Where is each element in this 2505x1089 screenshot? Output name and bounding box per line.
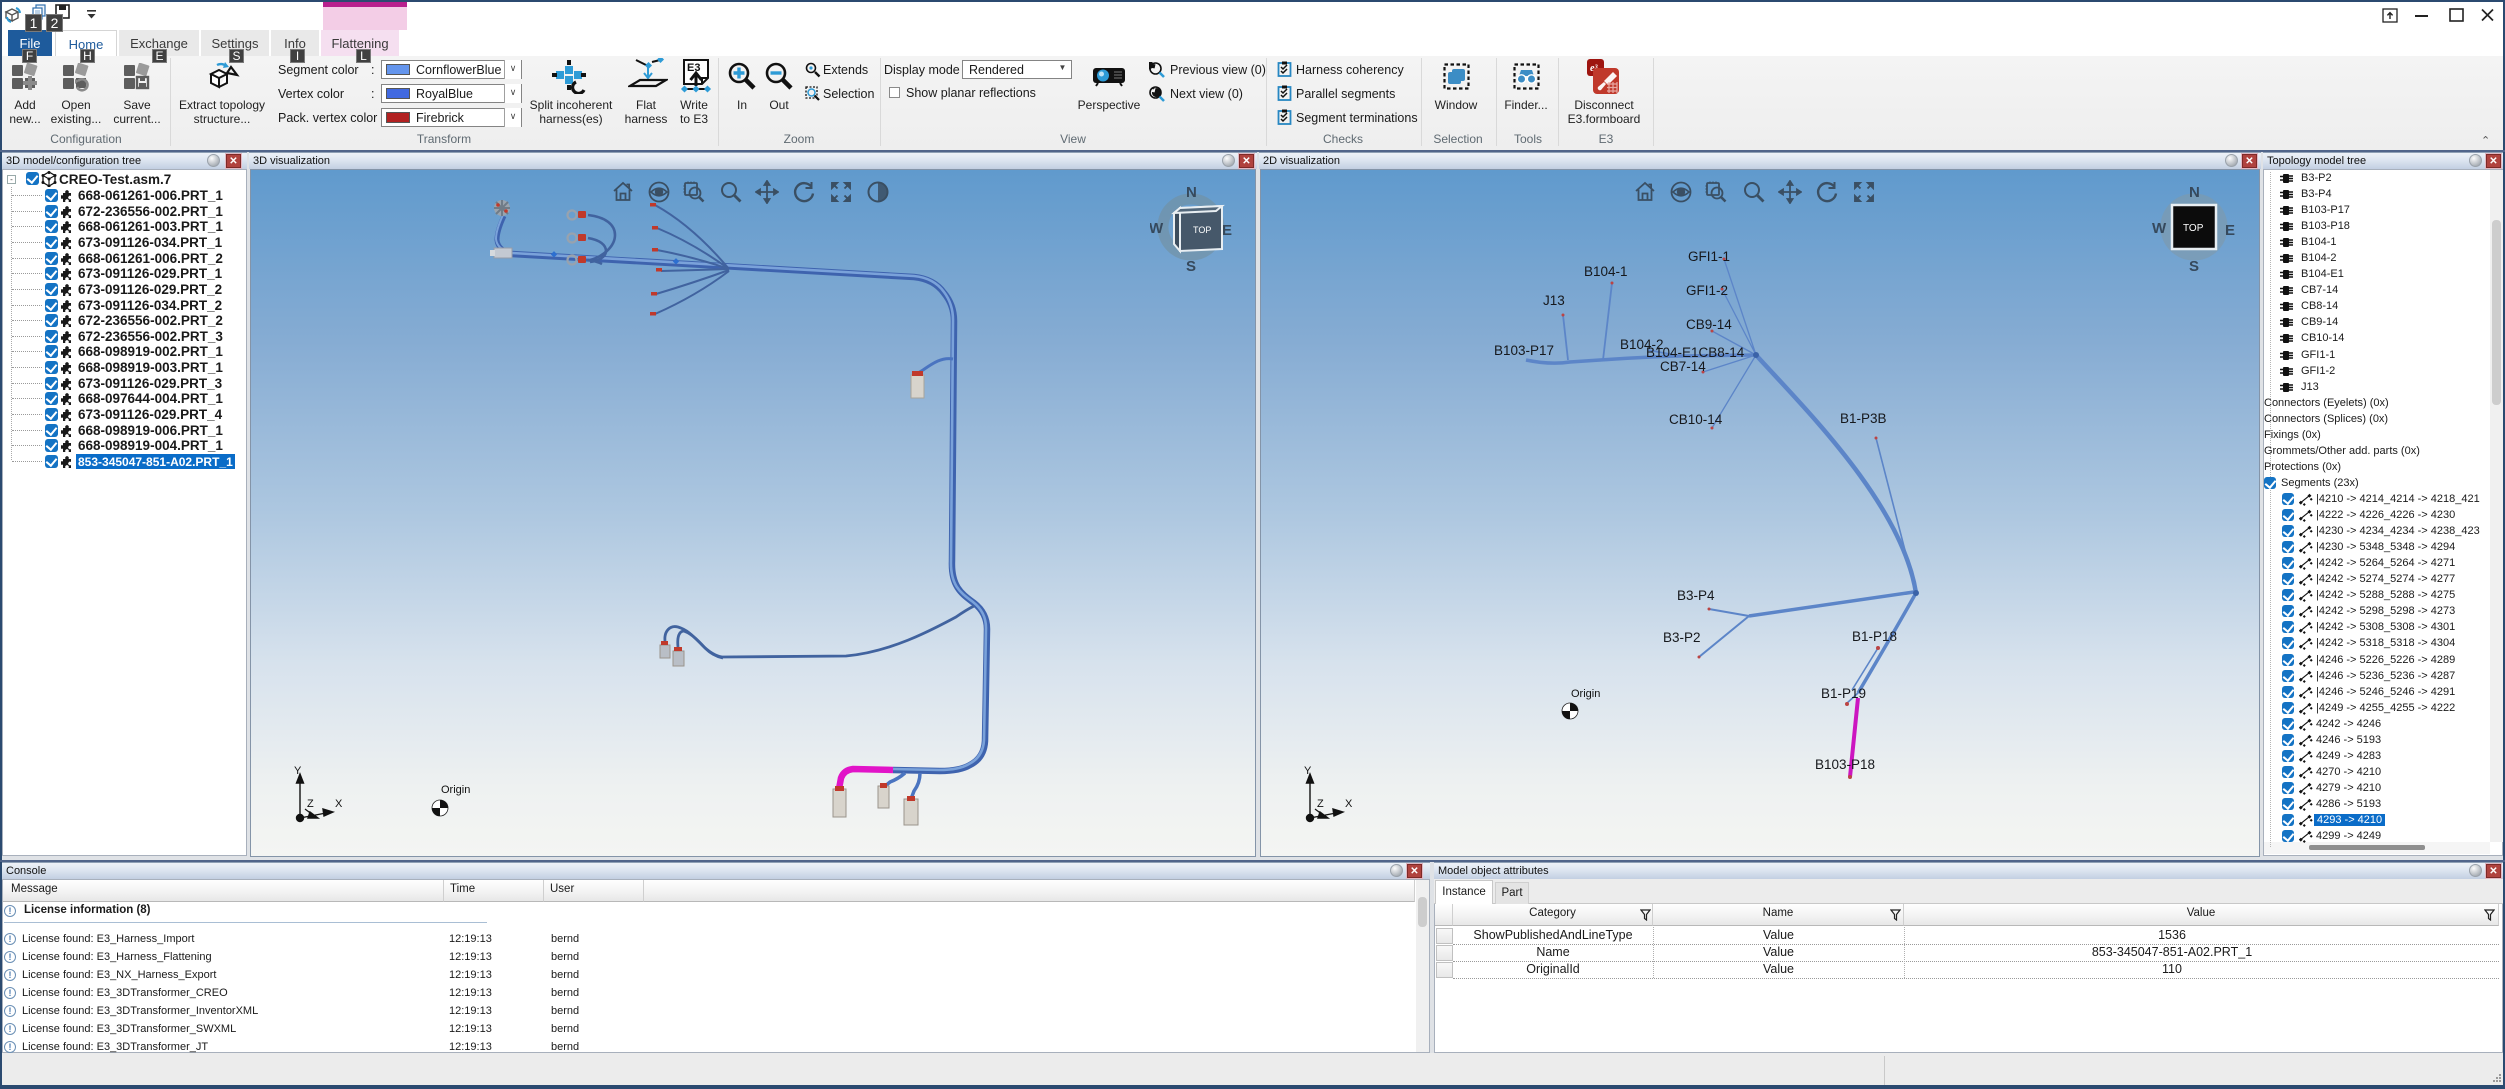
svg-text:Z: Z xyxy=(307,798,314,810)
svg-text:X: X xyxy=(335,798,343,810)
svg-text:E3: E3 xyxy=(687,62,700,74)
svg-text:Y: Y xyxy=(294,765,302,777)
svg-text:X: X xyxy=(1345,798,1353,810)
svg-text:Origin: Origin xyxy=(1571,688,1600,700)
svg-text:Y: Y xyxy=(1304,765,1312,777)
svg-text:Origin: Origin xyxy=(441,784,470,796)
svg-text:Z: Z xyxy=(1317,798,1324,810)
